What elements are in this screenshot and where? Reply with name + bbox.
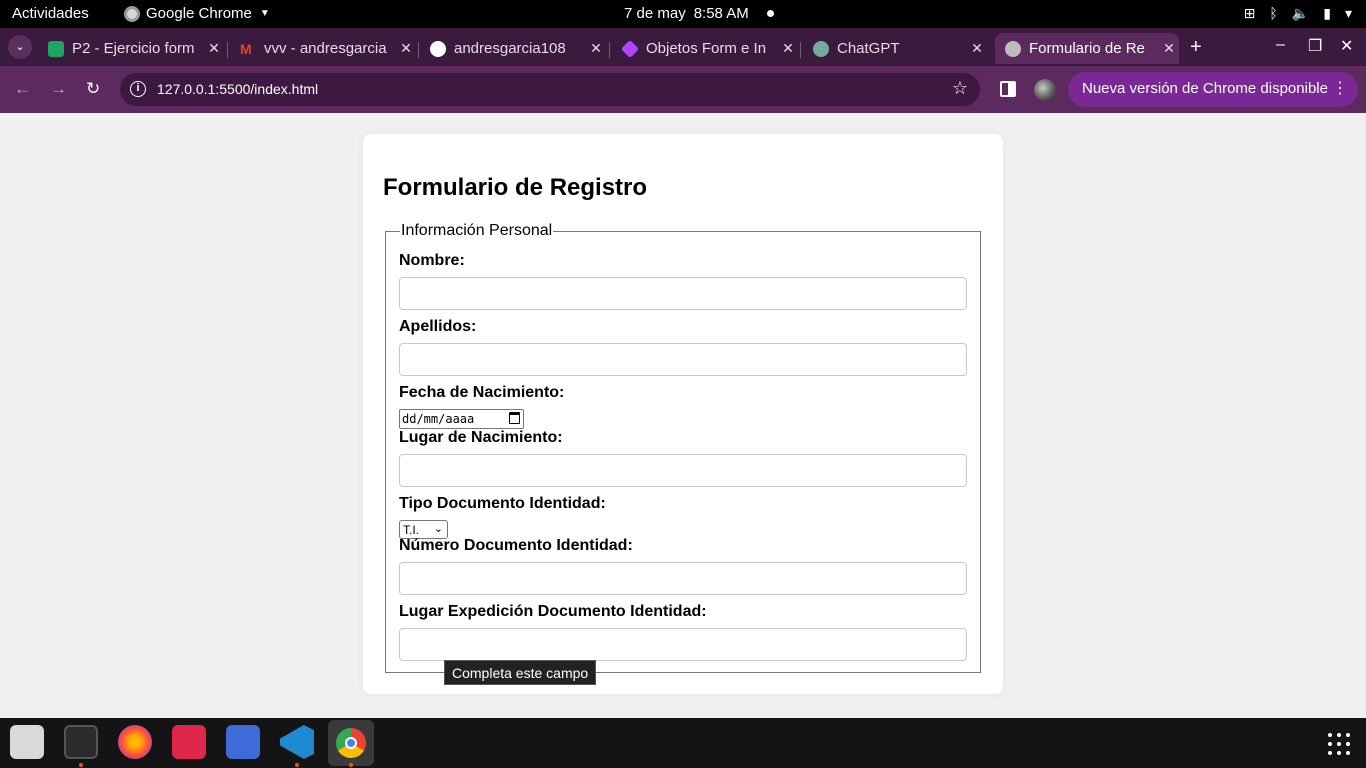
lugar-expedicion-input[interactable] — [399, 628, 967, 661]
clock[interactable]: 7 de may 8:58 AM — [624, 5, 774, 22]
tab-search-button[interactable]: ⌄ — [8, 35, 32, 59]
tab-title: ChatGPT — [837, 40, 900, 57]
classroom-icon — [48, 40, 64, 57]
system-tray[interactable]: ⊞ ᛒ 🔈 ▮ ▾ — [1244, 5, 1352, 22]
new-tab-icon[interactable]: + — [1190, 36, 1202, 59]
tab-strip: ⌄ P2 - Ejercicio form ✕ M vvv - andresga… — [0, 28, 1366, 66]
files-icon[interactable] — [10, 725, 44, 759]
minimize-icon[interactable]: – — [1276, 36, 1285, 54]
screenshot-icon[interactable] — [226, 725, 260, 759]
close-tab-icon[interactable]: ✕ — [396, 40, 416, 57]
tipo-documento-value: T.I. — [403, 523, 420, 537]
form-card: Formulario de Registro Información Perso… — [363, 134, 1003, 694]
calendar-icon[interactable] — [509, 412, 520, 424]
terminal-icon[interactable] — [64, 725, 98, 759]
browser-toolbar: ← → ↻ i 127.0.0.1:5500/index.html ☆ Nuev… — [0, 66, 1366, 113]
close-tab-icon[interactable]: ✕ — [586, 40, 606, 57]
url-text: 127.0.0.1:5500/index.html — [157, 81, 319, 97]
date-placeholder: dd/mm/aaaa — [402, 412, 475, 426]
volume-icon: 🔈 — [1291, 5, 1310, 21]
tab-p2-ejercicio[interactable]: P2 - Ejercicio form ✕ — [38, 33, 224, 64]
close-tab-icon[interactable]: ✕ — [1159, 40, 1179, 57]
bookmark-star-icon[interactable]: ☆ — [952, 78, 968, 99]
tab-title: andresgarcia108 — [454, 40, 566, 57]
gmail-icon: M — [240, 40, 252, 57]
nombre-input[interactable] — [399, 277, 967, 310]
tipo-documento-label: Tipo Documento Identidad: — [399, 495, 606, 512]
close-tab-icon[interactable]: ✕ — [204, 40, 224, 57]
tab-chatgpt[interactable]: ChatGPT ✕ — [803, 33, 987, 64]
fecha-nacimiento-label: Fecha de Nacimiento: — [399, 384, 565, 401]
firefox-icon[interactable] — [118, 725, 152, 759]
tab-formulario[interactable]: Formulario de Re ✕ — [995, 33, 1179, 64]
activities-button[interactable]: Actividades — [12, 5, 89, 22]
chevron-down-icon: ▼ — [259, 8, 270, 19]
github-icon — [430, 40, 446, 57]
tab-gmail[interactable]: M vvv - andresgarcia ✕ — [230, 33, 416, 64]
tab-title: Objetos Form e In — [646, 40, 767, 57]
side-panel-icon[interactable] — [1000, 81, 1016, 97]
clock-time: 8:58 AM — [693, 5, 749, 22]
site-icon — [620, 39, 640, 58]
page-viewport: Formulario de Registro Información Perso… — [0, 113, 1366, 718]
close-tab-icon[interactable]: ✕ — [967, 40, 987, 57]
update-chrome-button[interactable]: Nueva versión de Chrome disponible ⋮ — [1068, 72, 1358, 107]
tab-title: Formulario de Re — [1029, 40, 1145, 57]
apellidos-input[interactable] — [399, 343, 967, 376]
close-tab-icon[interactable]: ✕ — [778, 40, 798, 57]
back-icon[interactable]: ← — [14, 79, 31, 99]
forward-icon[interactable]: → — [50, 79, 67, 99]
personal-info-fieldset: Información Personal Nombre: Apellidos: … — [385, 222, 981, 673]
validation-tooltip: Completa este campo — [444, 660, 597, 685]
lugar-nacimiento-label: Lugar de Nacimiento: — [399, 429, 563, 446]
apellidos-label: Apellidos: — [399, 318, 477, 335]
tab-github[interactable]: andresgarcia108 ✕ — [420, 33, 606, 64]
close-window-icon[interactable]: ✕ — [1340, 36, 1353, 56]
profile-avatar[interactable] — [1034, 79, 1056, 101]
crop-tool-icon[interactable] — [172, 725, 206, 759]
network-icon: ⊞ — [1243, 5, 1256, 21]
numero-documento-label: Número Documento Identidad: — [399, 537, 633, 554]
bluetooth-icon: ᛒ — [1269, 5, 1278, 21]
more-menu-icon[interactable]: ⋮ — [1332, 78, 1348, 98]
app-menu[interactable]: Google Chrome ▼ — [124, 5, 270, 22]
tab-objetos-form[interactable]: Objetos Form e In ✕ — [612, 33, 798, 64]
site-info-icon[interactable]: i — [130, 81, 146, 97]
fecha-nacimiento-input[interactable]: dd/mm/aaaa — [399, 409, 524, 429]
fieldset-legend: Información Personal — [401, 222, 553, 239]
globe-icon — [1005, 40, 1021, 57]
chevron-down-icon: ⌄ — [433, 523, 443, 535]
restore-icon[interactable]: ❐ — [1308, 36, 1322, 56]
battery-icon: ▮ — [1323, 5, 1331, 21]
app-name: Google Chrome — [146, 5, 252, 22]
lugar-nacimiento-input[interactable] — [399, 454, 967, 487]
vscode-icon[interactable] — [280, 725, 314, 759]
show-apps-icon[interactable] — [1328, 733, 1350, 755]
tab-title: P2 - Ejercicio form — [72, 40, 195, 57]
address-bar[interactable]: i 127.0.0.1:5500/index.html ☆ — [120, 73, 980, 106]
chatgpt-icon — [813, 40, 829, 57]
clock-date: 7 de may — [624, 5, 686, 22]
power-menu-icon: ▾ — [1344, 5, 1352, 21]
chrome-dock-item[interactable] — [328, 720, 374, 766]
update-label: Nueva versión de Chrome disponible — [1082, 80, 1328, 97]
reload-icon[interactable]: ↻ — [86, 79, 100, 99]
tab-title: vvv - andresgarcia — [264, 40, 387, 57]
system-top-bar: Actividades Google Chrome ▼ 7 de may 8:5… — [0, 0, 1366, 28]
nombre-label: Nombre: — [399, 252, 465, 269]
numero-documento-input[interactable] — [399, 562, 967, 595]
chrome-icon — [124, 5, 140, 22]
notification-dot-icon — [766, 10, 774, 17]
lugar-expedicion-label: Lugar Expedición Documento Identidad: — [399, 603, 707, 620]
page-title: Formulario de Registro — [383, 174, 648, 201]
dock — [0, 718, 1366, 768]
